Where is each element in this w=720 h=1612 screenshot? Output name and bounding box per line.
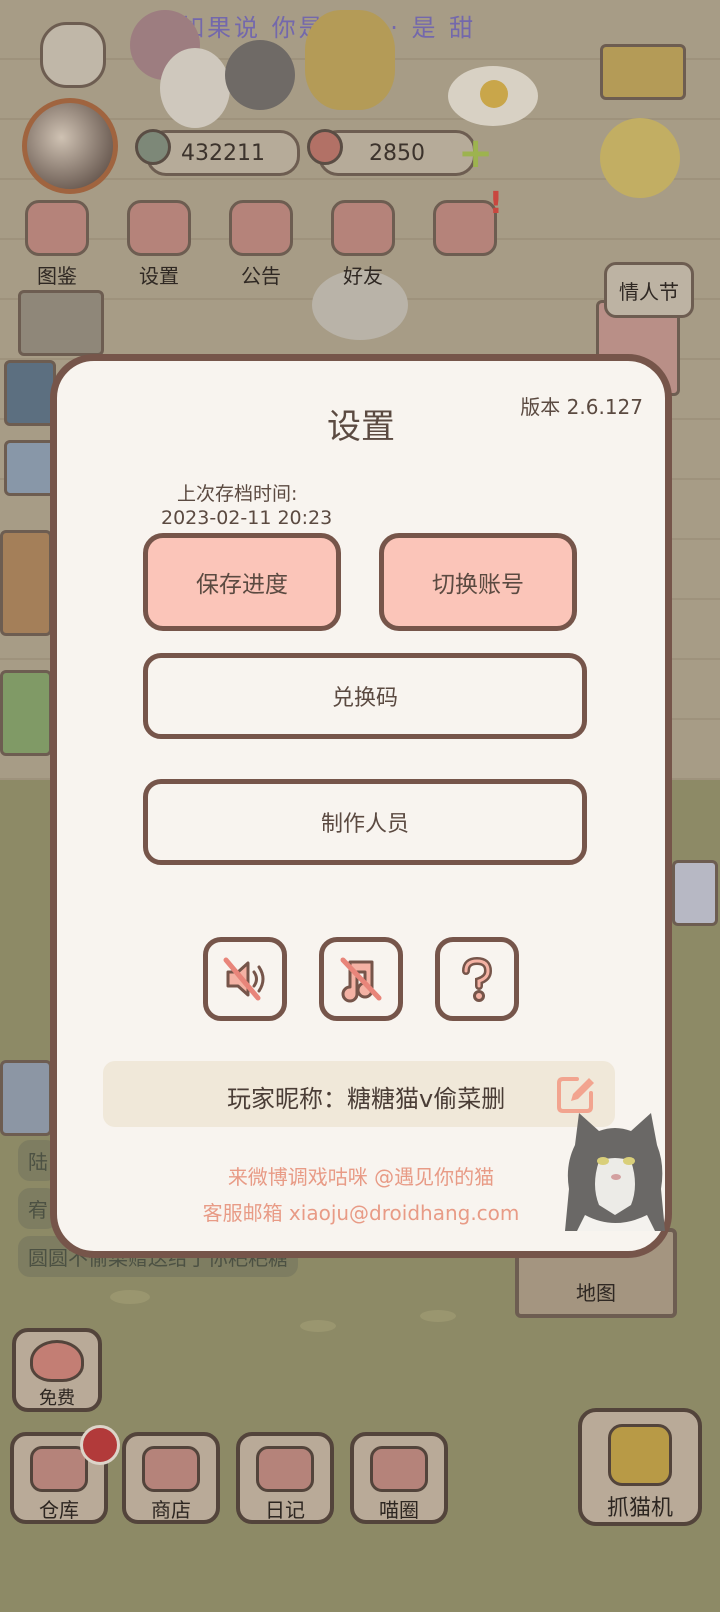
claw-label: 抓猫机 xyxy=(606,1496,673,1521)
add-currency-button[interactable]: + xyxy=(458,132,493,174)
boots-decoration xyxy=(600,44,686,100)
top-menu-label: 公告 xyxy=(241,264,281,288)
free-gift-button[interactable]: 免费 xyxy=(12,1328,102,1412)
heart-coin-icon xyxy=(307,129,343,165)
tiger-hat-cat-decoration xyxy=(600,118,680,198)
floor-flower-decoration xyxy=(300,1320,336,1332)
free-label: 免费 xyxy=(39,1388,75,1409)
nickname-text: 玩家昵称：糖糖猫v偷菜删 xyxy=(227,1085,506,1113)
save-progress-button[interactable]: 保存进度 xyxy=(143,533,341,631)
rabbit-decoration xyxy=(160,48,230,128)
cat-photo-sticker xyxy=(565,1113,665,1231)
top-menu-label: 设置 xyxy=(139,264,179,288)
credits-button[interactable]: 制作人员 xyxy=(143,779,587,865)
cat-planet-icon xyxy=(370,1446,428,1492)
top-menu: 图鉴 设置 公告 好友 xyxy=(14,200,508,289)
claw-machine-button[interactable]: 抓猫机 xyxy=(578,1408,702,1526)
player-avatar[interactable] xyxy=(22,98,118,194)
paper-decoration xyxy=(672,860,718,926)
top-menu-label: 图鉴 xyxy=(37,264,77,288)
switch-account-button[interactable]: 切换账号 xyxy=(379,533,577,631)
warehouse-icon xyxy=(30,1446,88,1492)
music-toggle-button[interactable] xyxy=(319,937,403,1021)
egg-yolk-decoration xyxy=(480,80,508,108)
kettle-decoration xyxy=(40,22,106,88)
cat-tail-decoration xyxy=(0,530,52,636)
map-label: 地图 xyxy=(576,1281,616,1305)
corn-decoration xyxy=(305,10,395,110)
fish-count: 432211 xyxy=(181,140,265,166)
last-save-label: 上次存档时间: xyxy=(177,483,298,505)
last-save-time: 2023-02-11 20:23 xyxy=(161,507,333,529)
fish-icon xyxy=(135,129,171,165)
sound-toggle-button[interactable] xyxy=(203,937,287,1021)
top-menu-item[interactable]: 设置 xyxy=(116,200,202,289)
friends-icon xyxy=(331,200,395,256)
heart-mail-icon xyxy=(433,200,497,256)
sound-muted-icon xyxy=(223,957,265,1001)
shop-button[interactable]: 商店 xyxy=(122,1432,220,1524)
notification-dot xyxy=(80,1425,120,1465)
heart-icon xyxy=(30,1340,84,1382)
nickname-bar: 玩家昵称：糖糖猫v偷菜删 xyxy=(103,1061,615,1127)
shop-icon xyxy=(142,1446,200,1492)
notification-icon: ! xyxy=(489,186,503,221)
help-button[interactable] xyxy=(435,937,519,1021)
gift-box-icon xyxy=(229,200,293,256)
heart-currency-counter: 2850 xyxy=(307,129,476,176)
bottom-label: 日记 xyxy=(265,1498,305,1522)
fish-currency-counter: 432211 xyxy=(135,129,300,176)
top-menu-item[interactable]: 好友 xyxy=(320,200,406,289)
cat-book-icon xyxy=(25,200,89,256)
music-muted-icon xyxy=(340,957,382,1003)
diary-icon xyxy=(256,1446,314,1492)
bottom-label: 仓库 xyxy=(39,1498,79,1522)
help-icon xyxy=(462,956,493,1002)
valentine-event-label: 情人节 xyxy=(619,279,679,304)
top-menu-item[interactable]: 公告 xyxy=(218,200,304,289)
settings-dialog: 设置 版本 2.6.127 上次存档时间: 2023-02-11 20:23 保… xyxy=(50,354,672,1258)
valentine-event-button[interactable]: 情人节 xyxy=(604,262,694,318)
top-menu-item[interactable]: 图鉴 xyxy=(14,200,100,289)
boot-decoration xyxy=(4,440,56,496)
penguin-decoration xyxy=(225,40,295,110)
top-menu-label: 好友 xyxy=(343,264,383,288)
diary-button[interactable]: 日记 xyxy=(236,1432,334,1524)
bottom-label: 喵圈 xyxy=(379,1498,419,1522)
floor-flower-decoration xyxy=(110,1290,150,1304)
version-text: 版本 2.6.127 xyxy=(520,395,643,419)
bucket-decoration xyxy=(4,360,56,426)
heart-count: 2850 xyxy=(369,140,425,166)
floor-flower-decoration xyxy=(420,1310,456,1322)
cat-circle-button[interactable]: 喵圈 xyxy=(350,1432,448,1524)
calendar-decoration xyxy=(18,290,104,356)
bottom-label: 商店 xyxy=(151,1498,191,1522)
plant-decoration xyxy=(0,670,52,756)
camera-decoration xyxy=(0,1060,52,1136)
redeem-code-button[interactable]: 兑换码 xyxy=(143,653,587,739)
gear-icon xyxy=(127,200,191,256)
claw-icon xyxy=(608,1424,672,1486)
